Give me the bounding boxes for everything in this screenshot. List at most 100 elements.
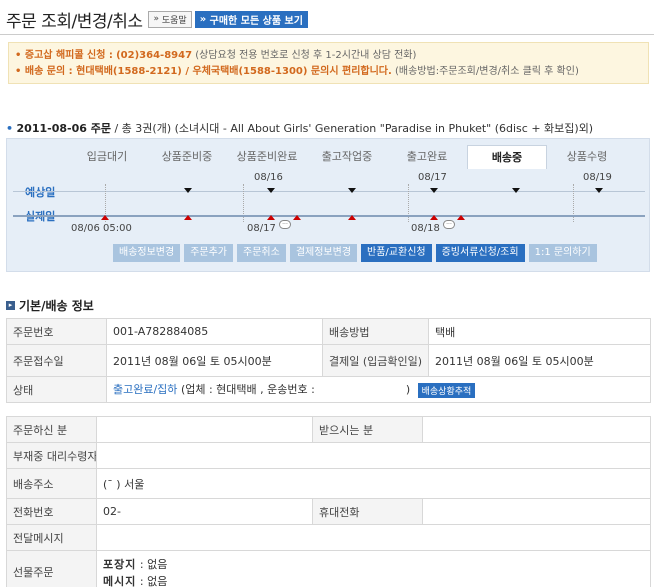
basic-info-table: 주문번호 001-A782884085 배송방법 택배 주문접수일 2011년 …: [6, 318, 651, 403]
order-no-label: 주문번호: [6, 318, 107, 345]
order-summary: • 2011-08-06 주문 / 총 3권(개) (소녀시대 - All Ab…: [6, 122, 594, 135]
phone-value: 02-: [96, 498, 313, 525]
status-panel: 입금대기 상품준비중 상품준비완료 출고작업중 출고완료 배송중 상품수령 08…: [6, 138, 650, 272]
happycall-phone: (02)364-8947: [116, 50, 193, 61]
actual-marker: [348, 215, 356, 220]
tab-in-delivery: 배송중: [467, 145, 547, 169]
notice-box: • 증고삽 해피콜 신청 : (02)364-8947 (상담요청 전용 번호로…: [8, 42, 649, 84]
tab-shipping-work: 출고작업중: [321, 150, 373, 163]
order-description: (소녀시대 - All About Girls' Generation "Par…: [174, 122, 594, 135]
help-button[interactable]: » 도움말: [148, 10, 192, 28]
msg-label: 메시지: [103, 574, 137, 587]
table-row: 주문번호 001-A782884085 배송방법 택배: [6, 318, 651, 345]
proxy-label: 부재중 대리수령자: [6, 442, 97, 469]
ship-method-value: 택배: [428, 318, 651, 345]
phone-label: 전화번호: [6, 498, 97, 525]
comment-bubble-icon[interactable]: ···: [279, 220, 291, 229]
receiver-value: [422, 416, 651, 443]
wrap-value: : 없음: [139, 557, 168, 571]
help-button-label: 도움말: [161, 15, 187, 26]
table-row: 전달메시지: [6, 524, 651, 551]
order-date-label: 주문접수일: [6, 344, 107, 377]
cancel-order-button[interactable]: 주문취소: [237, 244, 286, 262]
documents-button[interactable]: 증빙서류신청/조회: [435, 244, 525, 262]
timeline-date-top: 08/19: [583, 172, 612, 183]
expected-marker: [184, 188, 192, 193]
gift-cell: 포장지 : 없음 메시지 : 없음: [96, 550, 651, 587]
table-row: 선물주문 포장지 : 없음 메시지 : 없음: [6, 550, 651, 587]
status-label: 상태: [6, 376, 107, 403]
orderer-label: 주문하신 분: [6, 416, 97, 443]
table-row: 주문하신 분 받으시는 분: [6, 416, 651, 443]
actual-marker: [184, 215, 192, 220]
table-row: 주문접수일 2011년 08월 06일 토 05시00분 결제일 (입금확인일)…: [6, 344, 651, 377]
actual-marker: [293, 215, 301, 220]
happycall-note: (상담요청 전용 번호로 신청 후 1-2시간내 상담 전화): [195, 50, 417, 61]
action-buttons: 배송정보변경 주문추가 주문취소 결제정보변경 반품/교환신청 증빙서류신청/조…: [113, 244, 597, 262]
expected-marker: [595, 188, 603, 193]
status-tabs: 입금대기 상품준비중 상품준비완료 출고작업중 출고완료 배송중 상품수령: [67, 145, 627, 169]
table-row: 배송주소 (ˉ ) 서울: [6, 468, 651, 499]
proxy-value: [96, 442, 651, 469]
comment-bubble-icon[interactable]: ···: [443, 220, 455, 229]
status-link[interactable]: 출고완료/집하: [113, 383, 177, 396]
order-no-value: 001-A782884085: [106, 318, 323, 345]
page-title: 주문 조회/변경/취소: [6, 11, 143, 32]
actual-marker: [430, 215, 438, 220]
table-row: 부재중 대리수령자: [6, 442, 651, 469]
pay-date-label: 결제일 (입금확인일): [322, 344, 429, 377]
happycall-label: 증고삽 해피콜 신청 :: [24, 50, 113, 61]
inquiry-button[interactable]: 1:1 문의하기: [528, 244, 597, 262]
expected-marker: [267, 188, 275, 193]
return-exchange-button[interactable]: 반품/교환신청: [361, 244, 432, 262]
order-count: / 총 3권(개): [114, 122, 172, 135]
recipient-table: 주문하신 분 받으시는 분 부재중 대리수령자 배송주소 (ˉ ) 서울 전화번…: [6, 416, 651, 587]
message-label: 전달메시지: [6, 524, 97, 551]
table-row: 상태 출고완료/집하 (업체 : 현대택배 , 운송번호 : ) 배송상황추적: [6, 376, 651, 403]
timeline-date-bottom: 08/06 05:00: [71, 223, 132, 234]
mobile-label: 휴대전화: [312, 498, 423, 525]
expected-marker: [512, 188, 520, 193]
header-divider: [0, 34, 654, 35]
tab-preparing: 상품준비중: [161, 150, 213, 163]
status-detail: (업체 : 현대택배 , 운송번호 :: [180, 383, 315, 397]
orderer-value: [96, 416, 313, 443]
timeline-date-top: 08/16: [254, 172, 283, 183]
receiver-label: 받으시는 분: [312, 416, 423, 443]
delivery-note: (배송방법:주문조회/변경/취소 클릭 후 확인): [395, 66, 579, 77]
order-date-value: 2011년 08월 06일 토 05시00분: [106, 344, 323, 377]
address-label: 배송주소: [6, 468, 97, 499]
actual-marker: [457, 215, 465, 220]
all-products-label: 구매한 모든 상품 보기: [209, 15, 303, 27]
pay-date-value: 2011년 08월 06일 토 05시00분: [428, 344, 651, 377]
track-delivery-button[interactable]: 배송상황추적: [417, 382, 476, 398]
all-products-button[interactable]: » 구매한 모든 상품 보기: [194, 10, 308, 28]
ship-method-label: 배송방법: [322, 318, 429, 345]
table-row: 전화번호 02- 휴대전화: [6, 498, 651, 525]
mobile-value: [422, 498, 651, 525]
change-shipping-button[interactable]: 배송정보변경: [113, 244, 181, 262]
expected-marker: [430, 188, 438, 193]
delivery-inquiry: 배송 문의 : 현대택배(1588-2121) / 우체국택배(1588-130…: [24, 66, 392, 77]
tab-prepared: 상품준비완료: [236, 150, 298, 163]
timeline-date-top: 08/17: [418, 172, 447, 183]
timeline-date-bottom: 08/18: [411, 223, 440, 234]
tab-received: 상품수령: [566, 150, 608, 163]
section-title: 기본/배송 정보: [19, 299, 94, 313]
tab-pending-payment: 입금대기: [86, 150, 128, 163]
expected-track: [13, 191, 645, 192]
change-payment-button[interactable]: 결제정보변경: [289, 244, 358, 262]
expected-label: 예상일: [25, 186, 56, 199]
page-header: 주문 조회/변경/취소 » 도움말 » 구매한 모든 상품 보기: [6, 6, 308, 32]
actual-marker: [101, 215, 109, 220]
msg-value: : 없음: [139, 574, 168, 587]
add-order-button[interactable]: 주문추가: [184, 244, 234, 262]
order-date: 2011-08-06 주문: [16, 122, 111, 135]
status-close: ): [405, 383, 411, 397]
wrap-label: 포장지: [103, 557, 137, 571]
gift-label: 선물주문: [6, 550, 97, 587]
timeline-date-bottom: 08/17: [247, 223, 276, 234]
expected-marker: [348, 188, 356, 193]
actual-marker: [267, 215, 275, 220]
section-bullet-icon: ▸: [6, 301, 15, 310]
